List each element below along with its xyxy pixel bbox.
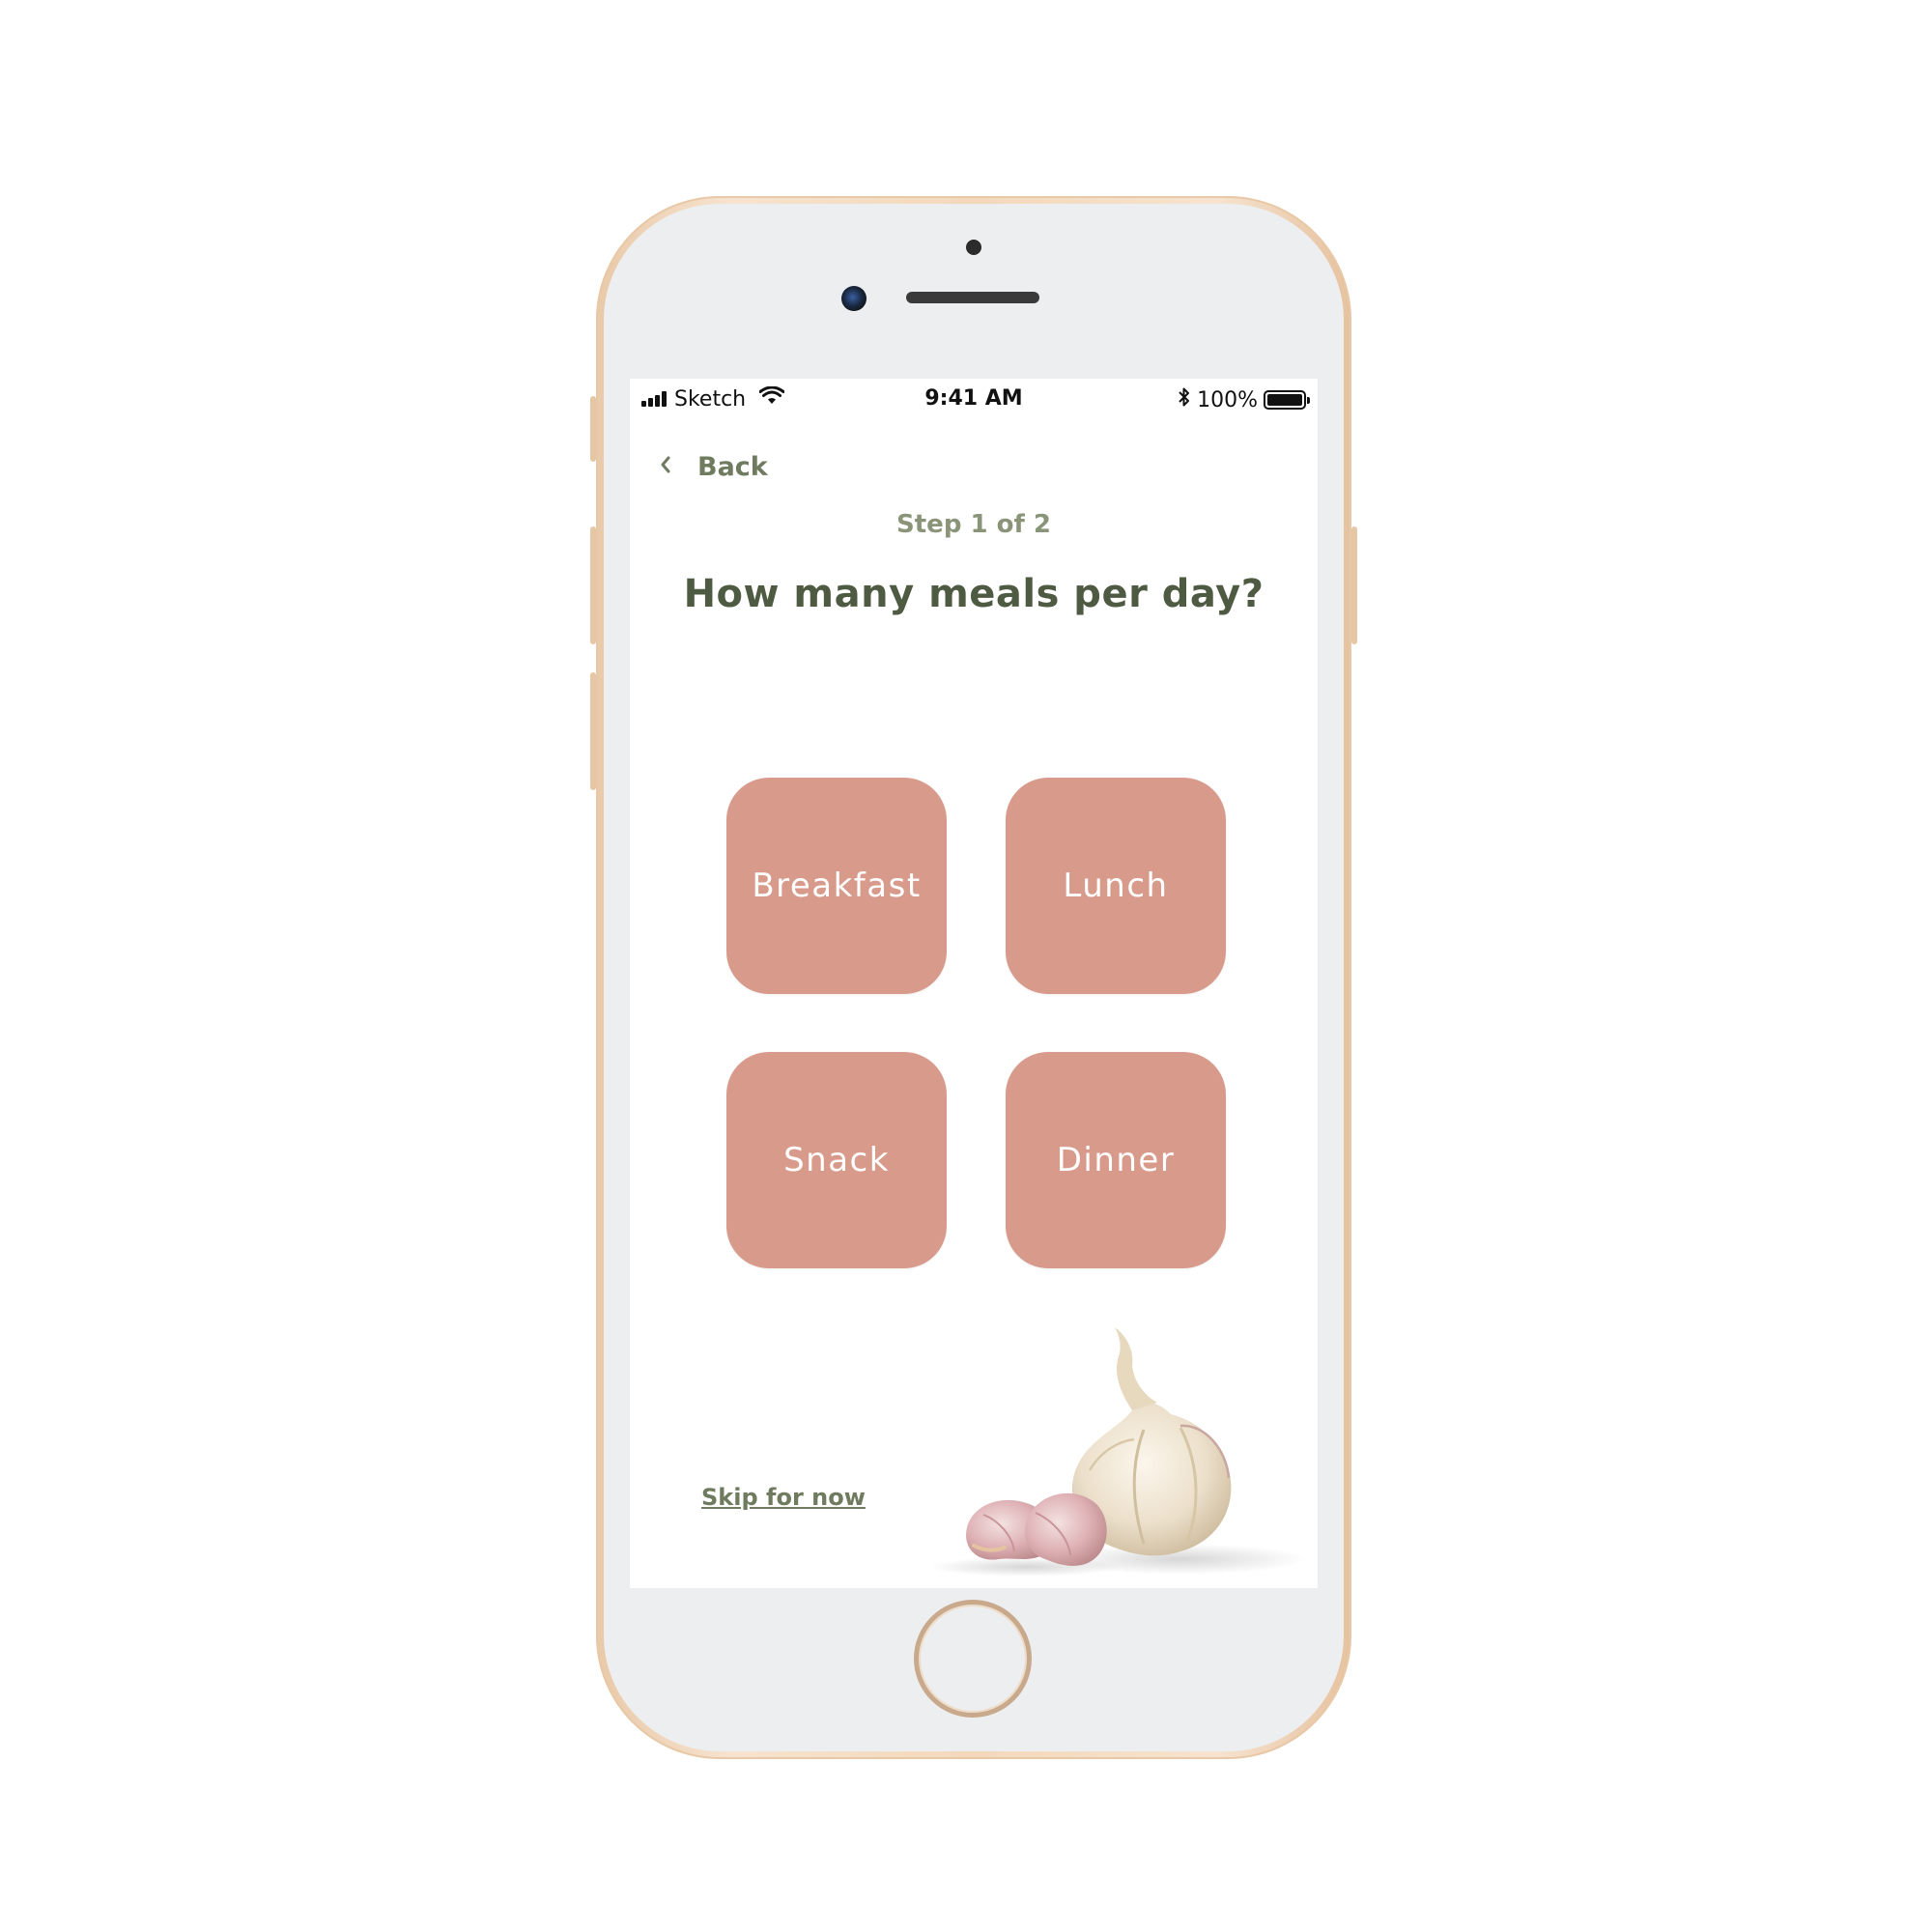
option-label: Snack (783, 1141, 890, 1179)
proximity-sensor (966, 240, 981, 255)
status-bar: Sketch 9:41 AM 100% (630, 379, 1318, 417)
mute-switch (590, 396, 596, 462)
option-label: Lunch (1063, 867, 1169, 905)
front-camera-icon (841, 286, 867, 311)
home-button[interactable] (914, 1600, 1032, 1718)
battery-percent: 100% (1197, 387, 1258, 412)
power-button (1351, 526, 1357, 644)
status-right: 100% (1178, 386, 1310, 413)
option-breakfast[interactable]: Breakfast (726, 778, 947, 994)
option-dinner[interactable]: Dinner (1006, 1052, 1226, 1268)
volume-up-button (590, 526, 596, 644)
app-screen: Sketch 9:41 AM 100% Back Step 1 of 2 How… (630, 379, 1318, 1588)
back-button[interactable]: Back (659, 452, 768, 482)
option-snack[interactable]: Snack (726, 1052, 947, 1268)
skip-link[interactable]: Skip for now (701, 1484, 866, 1511)
page-title: How many meals per day? (683, 572, 1264, 616)
step-indicator: Step 1 of 2 (896, 510, 1051, 539)
mockup-stage: Sketch 9:41 AM 100% Back Step 1 of 2 How… (0, 0, 1932, 1932)
option-label: Breakfast (752, 867, 922, 905)
battery-icon (1264, 390, 1310, 410)
volume-down-button (590, 672, 596, 790)
option-label: Dinner (1056, 1141, 1176, 1179)
back-label: Back (697, 452, 768, 482)
chevron-left-icon (659, 452, 672, 482)
garlic-image (929, 1327, 1306, 1577)
option-lunch[interactable]: Lunch (1006, 778, 1226, 994)
earpiece-speaker (906, 292, 1039, 303)
bluetooth-icon (1178, 386, 1191, 413)
